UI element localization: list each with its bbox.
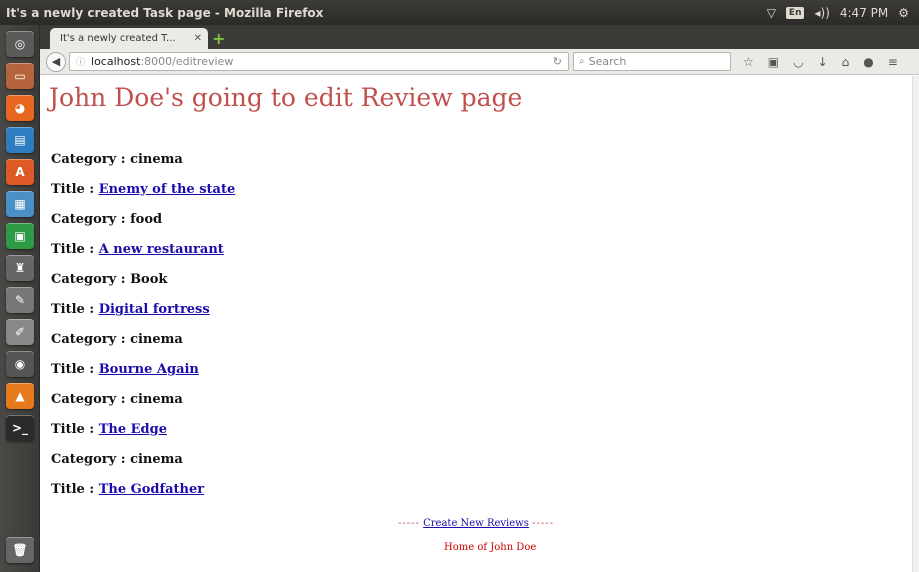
review-title: Title : Enemy of the state: [51, 182, 235, 212]
title-label: Title :: [51, 482, 99, 497]
category-label: Category :: [51, 452, 131, 467]
category-label: Category :: [51, 212, 131, 227]
review-title-link[interactable]: Digital fortress: [99, 302, 210, 317]
menu-icon[interactable]: ≡: [888, 55, 898, 69]
url-bar[interactable]: ⓘ localhost :8000/editreview ↻: [69, 52, 569, 71]
category-value: cinema: [130, 452, 183, 467]
title-label: Title :: [51, 242, 99, 257]
review-title-link[interactable]: Bourne Again: [99, 362, 199, 377]
software-center-icon[interactable]: A: [6, 159, 34, 185]
review-title-link[interactable]: Enemy of the state: [99, 182, 236, 197]
pycharm-icon[interactable]: ▣: [6, 223, 34, 249]
scrollbar[interactable]: [912, 76, 919, 572]
keyboard-layout-indicator[interactable]: En: [785, 6, 805, 19]
review-title: Title : Bourne Again: [51, 362, 235, 392]
footer-links: ----- Create New Reviews -----: [40, 518, 912, 529]
vlc-icon[interactable]: ▲: [6, 383, 34, 409]
launcher: ◎ ▭ ◕ ▤ A ▦ ▣ ♜ ✎ ✐ ◉ ▲ >_ 🗑: [0, 25, 40, 572]
category-value: food: [130, 212, 163, 227]
review-title-link[interactable]: The Edge: [99, 422, 167, 437]
search-placeholder: Search: [588, 55, 627, 68]
toolbar-icons: ☆ ▣ ◡ ↓ ⌂ ● ≡: [743, 55, 898, 69]
clock[interactable]: 4:47 PM: [840, 6, 888, 20]
category-label: Category :: [51, 152, 131, 167]
firefox-icon[interactable]: ◕: [6, 95, 34, 121]
window-title: It's a newly created Task page - Mozilla…: [6, 5, 324, 20]
bookmark-star-icon[interactable]: ☆: [743, 55, 754, 69]
category-label: Category :: [51, 332, 131, 347]
url-host: localhost: [91, 55, 141, 68]
home-of-john-doe-text: Home of John Doe: [444, 542, 537, 553]
system-tray: ▽ En ◂)) 4:47 PM ⚙: [767, 6, 919, 20]
settings-gear-icon[interactable]: ⚙: [898, 6, 909, 20]
top-panel: It's a newly created Task page - Mozilla…: [0, 0, 919, 25]
category-value: Book: [130, 272, 168, 287]
page-content: John Doe's going to edit Review page Cat…: [40, 76, 912, 572]
title-label: Title :: [51, 302, 99, 317]
review-title-link[interactable]: A new restaurant: [99, 242, 224, 257]
chat-icon[interactable]: ●: [863, 55, 873, 69]
title-label: Title :: [51, 422, 99, 437]
tab-title: It's a newly created T...: [60, 33, 176, 44]
browser-tab[interactable]: It's a newly created T... ✕: [50, 28, 208, 49]
review-title: Title : A new restaurant: [51, 242, 235, 272]
review-category: Category : Book: [51, 272, 235, 302]
close-tab-icon[interactable]: ✕: [194, 33, 202, 44]
review-category: Category : cinema: [51, 392, 235, 422]
category-value: cinema: [130, 392, 183, 407]
title-label: Title :: [51, 362, 99, 377]
create-new-reviews-link[interactable]: Create New Reviews: [423, 518, 529, 529]
category-label: Category :: [51, 392, 131, 407]
impress-icon[interactable]: ▦: [6, 191, 34, 217]
category-value: cinema: [130, 152, 183, 167]
review-title: Title : The Edge: [51, 422, 235, 452]
footer-dots-right: -----: [532, 518, 554, 529]
volume-icon[interactable]: ◂)): [814, 6, 829, 20]
writer-icon[interactable]: ▤: [6, 127, 34, 153]
dash-icon[interactable]: ◎: [6, 31, 34, 57]
trash-icon[interactable]: 🗑: [6, 537, 34, 563]
review-category: Category : cinema: [51, 152, 235, 182]
back-button[interactable]: ◀: [46, 51, 66, 72]
review-category: Category : cinema: [51, 452, 235, 482]
page-title: John Doe's going to edit Review page: [49, 83, 523, 112]
terminal-icon[interactable]: >_: [6, 415, 34, 441]
navigation-bar: ◀ ⓘ localhost :8000/editreview ↻ ⌕ Searc…: [40, 49, 919, 75]
screenshot-icon[interactable]: ◉: [6, 351, 34, 377]
review-title: Title : Digital fortress: [51, 302, 235, 332]
search-icon: ⌕: [579, 56, 585, 67]
review-title-link[interactable]: The Godfather: [99, 482, 204, 497]
review-category: Category : cinema: [51, 332, 235, 362]
reading-list-icon[interactable]: ▣: [768, 55, 779, 69]
category-label: Category :: [51, 272, 131, 287]
tool-icon[interactable]: ♜: [6, 255, 34, 281]
files-icon[interactable]: ▭: [6, 63, 34, 89]
inkscape-icon[interactable]: ✎: [6, 287, 34, 313]
review-list: Category : cinema Title : Enemy of the st…: [51, 152, 235, 512]
category-value: cinema: [130, 332, 183, 347]
pocket-icon[interactable]: ◡: [793, 55, 803, 69]
url-path: :8000/editreview: [140, 55, 234, 68]
new-tab-icon[interactable]: +: [212, 29, 225, 48]
home-icon[interactable]: ⌂: [842, 55, 850, 69]
editor-icon[interactable]: ✐: [6, 319, 34, 345]
site-info-icon[interactable]: ⓘ: [76, 55, 85, 68]
firefox-window: It's a newly created T... ✕ + ◀ ⓘ localh…: [40, 25, 919, 572]
network-icon[interactable]: ▽: [767, 6, 776, 20]
reload-icon[interactable]: ↻: [553, 55, 562, 68]
review-category: Category : food: [51, 212, 235, 242]
review-title: Title : The Godfather: [51, 482, 235, 512]
download-icon[interactable]: ↓: [818, 55, 828, 69]
title-label: Title :: [51, 182, 99, 197]
footer-dots-left: -----: [398, 518, 420, 529]
search-input[interactable]: ⌕ Search: [573, 52, 731, 71]
tab-bar: It's a newly created T... ✕ +: [40, 25, 919, 49]
